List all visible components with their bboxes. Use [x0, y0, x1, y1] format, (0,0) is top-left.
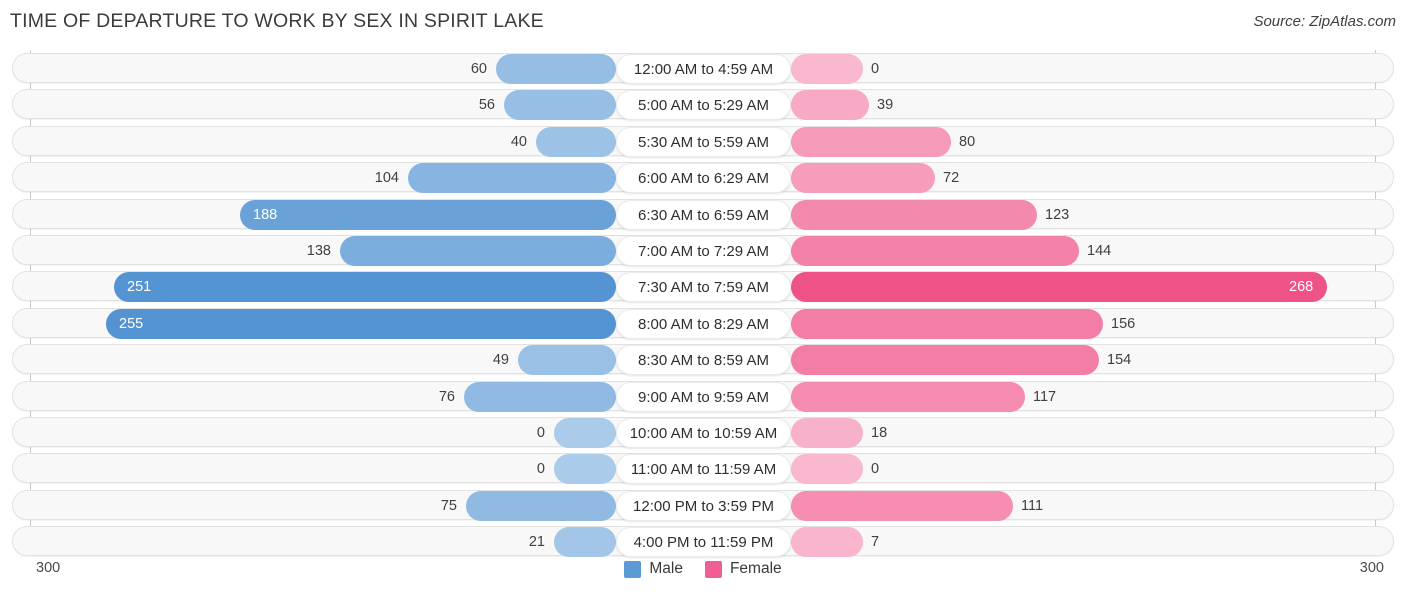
bar-male[interactable] [240, 199, 616, 230]
bar-male[interactable] [554, 418, 616, 448]
bar-value-female: 144 [1087, 243, 1112, 259]
source-attribution: Source: ZipAtlas.com [1253, 13, 1396, 30]
bar-male[interactable] [554, 454, 616, 485]
bar-male[interactable] [464, 381, 616, 412]
bar-female[interactable] [791, 345, 1099, 376]
bar-male[interactable] [114, 272, 616, 303]
page-title: TIME OF DEPARTURE TO WORK BY SEX IN SPIR… [10, 10, 544, 32]
category-label: 11:00 AM to 11:59 AM [616, 454, 791, 485]
bar-male[interactable] [408, 163, 616, 194]
bar-value-male: 60 [470, 61, 487, 77]
bar-female[interactable] [791, 308, 1103, 339]
category-label: 12:00 PM to 3:59 PM [616, 490, 791, 521]
bar-value-female: 123 [1045, 206, 1070, 223]
chart-legend: Male Female [0, 560, 1406, 578]
bar-value-male: 255 [119, 315, 144, 332]
bar-value-female: 80 [959, 133, 976, 150]
bar-value-female: 0 [871, 461, 880, 478]
bar-value-female: 39 [877, 97, 894, 114]
chart-row: 76 117 9:00 AM to 9:59 AM [12, 380, 1394, 412]
bar-male[interactable] [466, 490, 616, 521]
legend-label-male: Male [649, 560, 683, 577]
bar-value-male: 56 [478, 97, 495, 114]
category-label: 7:30 AM to 7:59 AM [616, 272, 791, 303]
bar-value-male: 40 [510, 133, 527, 150]
bar-female[interactable] [791, 54, 863, 84]
bar-value-female: 117 [1033, 388, 1057, 405]
bar-female[interactable] [791, 199, 1037, 230]
bar-value-male: 0 [536, 461, 545, 478]
bar-female[interactable] [791, 90, 869, 121]
category-label: 6:30 AM to 6:59 AM [616, 199, 791, 230]
legend-item-female[interactable]: Female [704, 560, 782, 578]
bar-male[interactable] [504, 90, 616, 121]
bar-male[interactable] [536, 126, 616, 157]
bar-value-male: 138 [306, 243, 331, 259]
bar-female[interactable] [791, 490, 1013, 521]
chart-row: 255 156 8:00 AM to 8:29 AM [12, 307, 1394, 339]
category-label: 8:00 AM to 8:29 AM [616, 308, 791, 339]
bar-male[interactable] [340, 236, 616, 266]
legend-label-female: Female [729, 560, 782, 577]
bar-value-female: 18 [871, 425, 888, 441]
bar-male[interactable] [518, 345, 616, 376]
bar-value-male: 251 [127, 279, 152, 296]
bar-value-female: 154 [1107, 352, 1132, 369]
category-label: 8:30 AM to 8:59 AM [616, 345, 791, 376]
category-label: 5:30 AM to 5:59 AM [616, 126, 791, 157]
bar-female[interactable] [791, 126, 951, 157]
bar-value-female: 111 [1021, 497, 1044, 514]
chart-row: 0 0 11:00 AM to 11:59 AM [12, 453, 1394, 485]
bar-value-male: 75 [440, 497, 457, 514]
chart-footer: 300 300 Male Female [0, 550, 1406, 595]
chart-row: 60 0 12:00 AM to 4:59 AM [12, 53, 1394, 84]
bar-female[interactable] [791, 163, 935, 194]
bar-value-female: 156 [1111, 315, 1136, 332]
bar-value-male: 49 [492, 352, 509, 369]
chart-row: 0 18 10:00 AM to 10:59 AM [12, 417, 1394, 448]
bar-female[interactable] [791, 454, 863, 485]
bar-female[interactable] [791, 418, 863, 448]
bar-value-male: 0 [536, 425, 545, 441]
bar-value-male: 76 [438, 388, 455, 405]
bar-value-male: 104 [374, 170, 399, 187]
chart-plot-area: 60 0 12:00 AM to 4:59 AM 56 39 5:00 AM to 5:2… [0, 50, 1406, 558]
bar-value-female: 72 [943, 170, 960, 187]
category-label: 6:00 AM to 6:29 AM [616, 163, 791, 194]
category-label: 5:00 AM to 5:29 AM [616, 90, 791, 121]
chart-row: 104 72 6:00 AM to 6:29 AM [12, 162, 1394, 194]
bar-female[interactable] [791, 381, 1025, 412]
bar-value-female: 268 [1289, 279, 1314, 296]
chart-row: 56 39 5:00 AM to 5:29 AM [12, 89, 1394, 121]
bar-value-female: 0 [871, 61, 880, 77]
chart-header: TIME OF DEPARTURE TO WORK BY SEX IN SPIR… [0, 0, 1406, 44]
bar-male[interactable] [496, 54, 616, 84]
category-label: 7:00 AM to 7:29 AM [616, 236, 791, 266]
bar-female[interactable] [791, 272, 1327, 303]
bar-value-male: 188 [253, 206, 278, 223]
legend-swatch-male-icon [624, 560, 642, 578]
category-label: 9:00 AM to 9:59 AM [616, 381, 791, 412]
category-label: 10:00 AM to 10:59 AM [616, 418, 791, 448]
legend-item-male[interactable]: Male [624, 560, 683, 578]
chart-row: 251 268 7:30 AM to 7:59 AM [12, 271, 1394, 303]
bar-male[interactable] [106, 308, 616, 339]
chart-row: 40 80 5:30 AM to 5:59 AM [12, 125, 1394, 157]
legend-swatch-female-icon [704, 560, 722, 578]
chart-row: 188 123 6:30 AM to 6:59 AM [12, 198, 1394, 230]
chart-row: 138 144 7:00 AM to 7:29 AM [12, 235, 1394, 266]
bar-female[interactable] [791, 236, 1079, 266]
chart-row: 49 154 8:30 AM to 8:59 AM [12, 344, 1394, 376]
category-label: 12:00 AM to 4:59 AM [616, 54, 791, 84]
chart-row: 75 111 12:00 PM to 3:59 PM [12, 489, 1394, 521]
